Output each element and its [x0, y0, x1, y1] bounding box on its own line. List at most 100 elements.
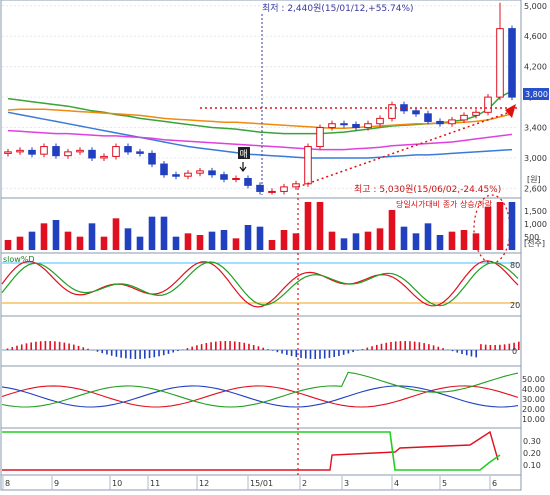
- volume-bar: [65, 232, 72, 250]
- volume-bar: [257, 227, 264, 250]
- volume-bar: [101, 237, 108, 250]
- candle-body: [461, 115, 468, 120]
- macd-bar: [234, 341, 236, 350]
- candle-body: [449, 120, 456, 124]
- macd-bar: [475, 350, 477, 357]
- macd-bar: [423, 343, 425, 350]
- macd-bar: [433, 345, 435, 350]
- price-tick-label: 2,600: [524, 184, 547, 193]
- macd-bar: [348, 350, 350, 354]
- candle-body: [317, 128, 324, 147]
- macd-bar: [296, 350, 298, 357]
- volume-unit-label: [천주]: [524, 238, 545, 248]
- volume-bar: [77, 237, 84, 250]
- volume-bar: [401, 227, 408, 250]
- macd-bar: [499, 345, 501, 350]
- macd-bar: [314, 350, 316, 359]
- macd-bar: [310, 350, 312, 359]
- macd-bar: [357, 350, 359, 351]
- dmi-tick-label: 20.00: [522, 405, 545, 414]
- volume-bar: [389, 210, 396, 250]
- volume-bar: [293, 233, 300, 250]
- volume-bar: [173, 237, 180, 250]
- macd-bar: [414, 342, 416, 350]
- volume-bar: [329, 232, 336, 250]
- macd-bar: [248, 344, 250, 350]
- volume-bar: [245, 225, 252, 250]
- macd-bar: [494, 345, 496, 350]
- macd-bar: [385, 343, 387, 350]
- macd-bar: [338, 350, 340, 356]
- price-tick-label: 4,600: [524, 32, 547, 41]
- macd-bar: [45, 341, 47, 350]
- macd-bar: [73, 345, 75, 350]
- macd-bar: [26, 343, 28, 350]
- price-unit-label: [원]: [527, 175, 541, 184]
- x-tick-label: 6: [492, 479, 497, 488]
- macd-bar: [381, 344, 383, 350]
- volume-bar: [89, 223, 96, 250]
- candle-body: [101, 156, 108, 158]
- macd-bar: [480, 344, 482, 350]
- macd-bar: [172, 350, 174, 353]
- volume-tick-label: 1,500: [524, 207, 547, 216]
- volume-bar: [53, 220, 60, 250]
- candle-body: [221, 175, 228, 180]
- macd-bar: [97, 350, 99, 352]
- candle-body: [269, 191, 276, 192]
- volume-bar: [233, 238, 240, 250]
- macd-bar: [54, 341, 56, 350]
- macd-bar: [82, 347, 84, 350]
- macd-bar: [409, 341, 411, 350]
- moving-average-line-ma_magenta: [8, 131, 512, 150]
- volume-bar: [305, 202, 312, 250]
- low-price-label: 최저 : 2,440원(15/01/12,+55.74%): [262, 3, 414, 14]
- volume-bar: [41, 223, 48, 250]
- candle-body: [497, 29, 504, 97]
- price-tick-label: 3,400: [524, 124, 547, 133]
- macd-bar: [7, 349, 9, 350]
- macd-bar: [371, 346, 373, 350]
- volume-bar: [197, 235, 204, 250]
- volume-bar: [149, 217, 156, 250]
- macd-bar: [135, 350, 137, 359]
- volume-bar: [221, 230, 228, 250]
- macd-bar: [220, 341, 222, 350]
- volume-bar: [113, 218, 120, 250]
- macd-bar: [215, 342, 217, 350]
- x-tick-label: 10: [112, 479, 122, 488]
- bottom-tick-label: 0.20: [523, 449, 541, 458]
- macd-bar: [196, 345, 198, 350]
- macd-bar: [395, 341, 397, 350]
- x-tick-label: 12: [199, 479, 209, 488]
- bottom-tick-label: 0.30: [523, 437, 541, 446]
- macd-bar: [352, 350, 354, 352]
- macd-bar: [452, 350, 454, 351]
- macd-bar: [262, 348, 264, 350]
- candle-body: [77, 150, 84, 152]
- macd-zero-label: 0: [512, 347, 517, 356]
- macd-bar: [210, 342, 212, 350]
- candle-body: [53, 147, 60, 156]
- macd-bar: [106, 350, 108, 355]
- stoch-level-80: 80: [510, 261, 520, 270]
- dmi-panel-frame: [1, 366, 521, 428]
- macd-bar: [504, 344, 506, 350]
- macd-bar: [68, 343, 70, 350]
- macd-bar: [272, 350, 274, 351]
- macd-bar: [438, 347, 440, 350]
- candle-body: [329, 124, 336, 128]
- volume-bar: [365, 232, 372, 250]
- dmi-tick-label: 40.00: [522, 385, 545, 394]
- macd-bar: [291, 350, 293, 356]
- dmi-line: [2, 386, 518, 407]
- candle-body: [485, 97, 492, 112]
- x-tick-label: 8: [5, 479, 10, 488]
- volume-bar: [377, 228, 384, 250]
- macd-bar: [35, 342, 37, 350]
- volume-bar: [509, 202, 516, 250]
- volume-bar: [473, 233, 480, 250]
- macd-bar: [376, 345, 378, 350]
- macd-bar: [419, 342, 421, 350]
- candle-body: [17, 150, 24, 152]
